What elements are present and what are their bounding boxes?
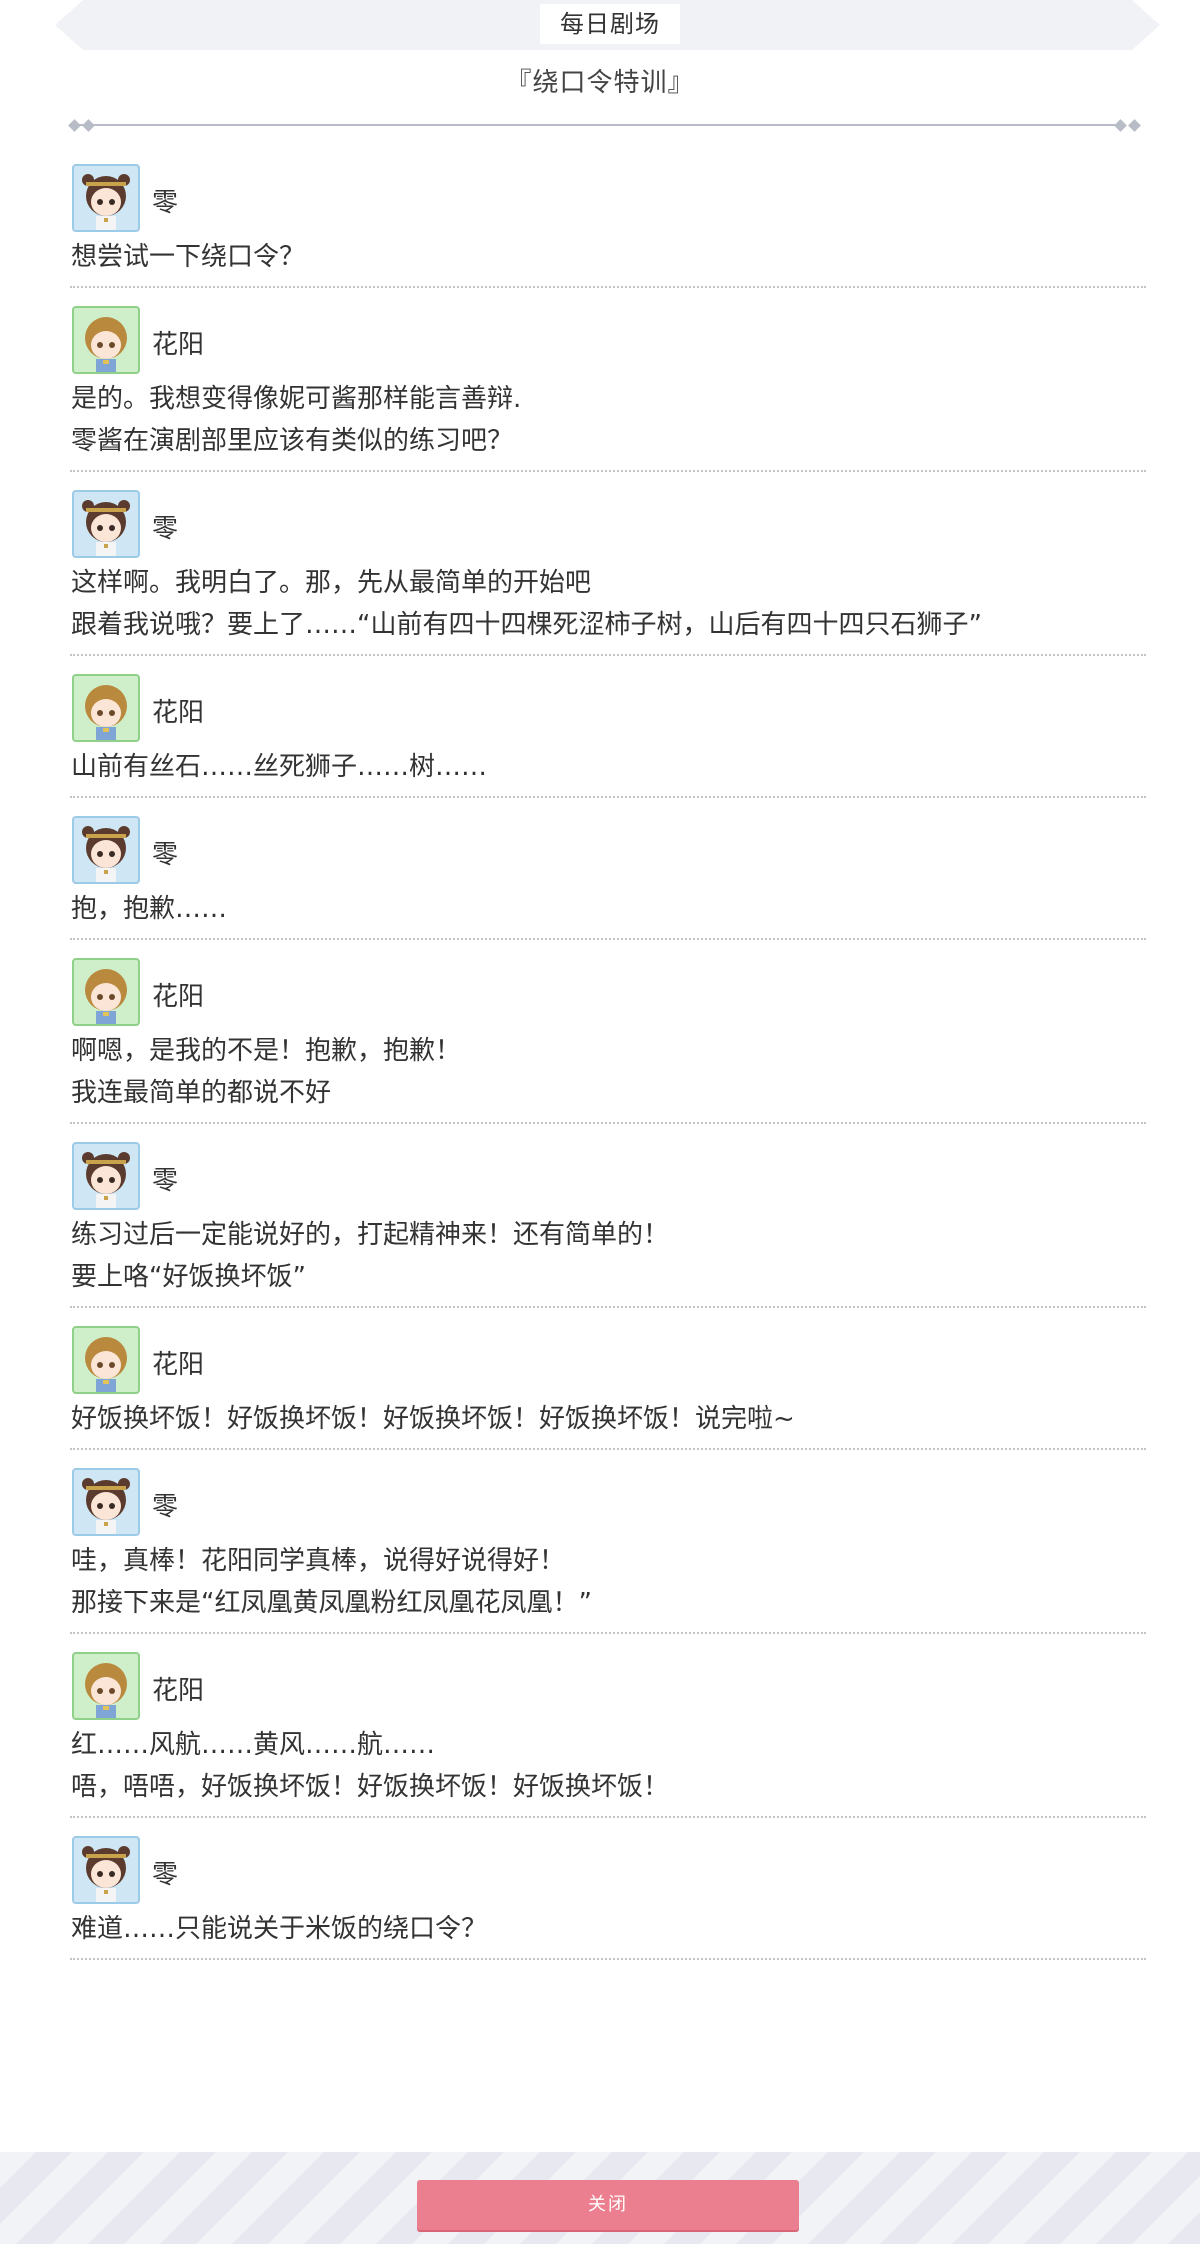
dialog-entry: 花阳山前有丝石……丝死狮子……树…… (70, 670, 1146, 798)
dialog-entry: 花阳是的。我想变得像妮可酱那样能言善辩. 零酱在演剧部里应该有类似的练习吧？ (70, 302, 1146, 472)
dialog-entry: 零哇，真棒！花阳同学真棒，说得好说得好！ 那接下来是“红凤凰黄凤凰粉红凤凰花凤凰！… (70, 1464, 1146, 1634)
dialog-line: 难道……只能说关于米饭的绕口令？ (71, 1914, 488, 1944)
speaker-name: 花阳 (152, 982, 205, 1012)
rei-avatar (72, 164, 140, 232)
speaker-name: 花阳 (152, 1676, 205, 1706)
speaker-name: 零 (152, 840, 179, 870)
dialog-entry: 零这样啊。我明白了。那，先从最简单的开始吧跟着我说哦？要上了……“山前有四十四棵… (70, 486, 1146, 656)
dialog-line: 这样啊。我明白了。那，先从最简单的开始吧 (71, 568, 592, 598)
dialog-line: 红……风航……黄风……航…… (71, 1730, 436, 1760)
rei-avatar (72, 816, 140, 884)
rei-avatar (72, 1142, 140, 1210)
divider-ornament-left (68, 119, 81, 132)
divider-ornament-left (82, 119, 95, 132)
divider (78, 124, 1122, 126)
hanayo-avatar (72, 674, 140, 742)
dialog-entry: 零抱，抱歉…… (70, 812, 1146, 940)
speaker-row: 零 (70, 1832, 1146, 1904)
hanayo-avatar (72, 958, 140, 1026)
dialog-entry: 花阳好饭换坏饭！好饭换坏饭！好饭换坏饭！好饭换坏饭！说完啦~ (70, 1322, 1146, 1450)
speaker-row: 零 (70, 160, 1146, 232)
speaker-name: 零 (152, 1860, 179, 1890)
hanayo-avatar (72, 1652, 140, 1720)
speaker-row: 花阳 (70, 1322, 1146, 1394)
speaker-row: 零 (70, 1138, 1146, 1210)
dialog-line: 我连最简单的都说不好 (71, 1078, 332, 1108)
speaker-name: 花阳 (152, 698, 205, 728)
dialog-line: 山前有丝石……丝死狮子……树…… (71, 752, 488, 782)
rei-avatar (72, 1836, 140, 1904)
speaker-row: 花阳 (70, 1648, 1146, 1720)
dialog-entry: 花阳红……风航……黄风……航…… 唔，唔唔，好饭换坏饭！好饭换坏饭！好饭换坏饭！ (70, 1648, 1146, 1818)
dialog-line: 零酱在演剧部里应该有类似的练习吧？ (71, 426, 514, 456)
divider-ornament-right (1128, 119, 1141, 132)
speaker-name: 零 (152, 1166, 179, 1196)
dialog-entry: 零难道……只能说关于米饭的绕口令？ (70, 1832, 1146, 1960)
hanayo-avatar (72, 306, 140, 374)
speaker-row: 花阳 (70, 670, 1146, 742)
dialog-entry: 零练习过后一定能说好的，打起精神来！还有简单的！ 要上咯“好饭换坏饭” (70, 1138, 1146, 1308)
speaker-name: 零 (152, 514, 179, 544)
dialog-line: 好饭换坏饭！好饭换坏饭！好饭换坏饭！好饭换坏饭！说完啦~ (71, 1404, 795, 1434)
divider-ornament-right (1114, 119, 1127, 132)
close-button[interactable]: 关闭 (417, 2180, 799, 2230)
dialog-line: 唔，唔唔，好饭换坏饭！好饭换坏饭！好饭换坏饭！ (71, 1772, 670, 1802)
dialog-line: 哇，真棒！花阳同学真棒，说得好说得好！ (71, 1546, 566, 1576)
dialog-entry: 零想尝试一下绕口令？ (70, 160, 1146, 288)
dialog-line: 啊嗯，是我的不是！抱歉，抱歉！ (71, 1036, 462, 1066)
dialog-line: 要上咯“好饭换坏饭” (71, 1262, 306, 1292)
rei-avatar (72, 1468, 140, 1536)
speaker-row: 零 (70, 486, 1146, 558)
dialog-line: 是的。我想变得像妮可酱那样能言善辩. (71, 384, 522, 414)
dialog-line: 想尝试一下绕口令？ (71, 242, 306, 272)
speaker-row: 花阳 (70, 302, 1146, 374)
page-title: 每日剧场 (540, 4, 680, 44)
speaker-row: 零 (70, 812, 1146, 884)
speaker-name: 花阳 (152, 1350, 205, 1380)
page-subtitle: 『绕口令特训』 (505, 68, 695, 98)
speaker-name: 花阳 (152, 330, 205, 360)
rei-avatar (72, 490, 140, 558)
dialog-list: 零想尝试一下绕口令？ 花阳 是的。我想变得像妮可酱那样能言善辩. 零酱在演剧部里应该有… (70, 160, 1146, 1974)
dialog-line: 抱，抱歉…… (71, 894, 228, 924)
speaker-row: 零 (70, 1464, 1146, 1536)
dialog-line: 跟着我说哦？要上了……“山前有四十四棵死涩柿子树，山后有四十四只石狮子” (71, 610, 982, 640)
hanayo-avatar (72, 1326, 140, 1394)
speaker-row: 花阳 (70, 954, 1146, 1026)
dialog-line: 练习过后一定能说好的，打起精神来！还有简单的！ (71, 1220, 670, 1250)
dialog-line: 那接下来是“红凤凰黄凤凰粉红凤凰花凤凰！” (71, 1588, 592, 1618)
speaker-name: 零 (152, 1492, 179, 1522)
dialog-entry: 花阳啊嗯，是我的不是！抱歉，抱歉！ 我连最简单的都说不好 (70, 954, 1146, 1124)
speaker-name: 零 (152, 188, 179, 218)
